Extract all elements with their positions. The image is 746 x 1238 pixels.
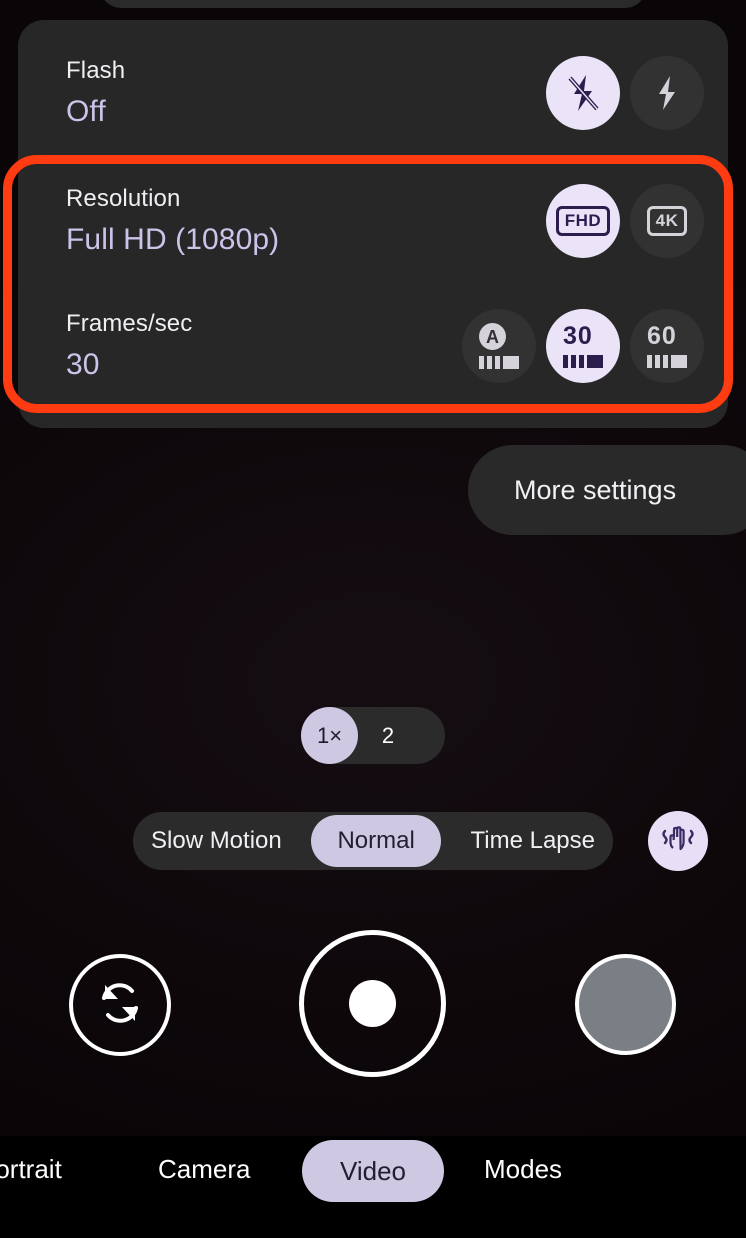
- gallery-thumbnail[interactable]: [575, 954, 676, 1055]
- more-settings-label: More settings: [514, 474, 677, 505]
- filmstrip-icon: [479, 356, 519, 369]
- fps-60-number: 60: [647, 322, 677, 350]
- fps-30-number: 30: [563, 322, 593, 350]
- fps-30-button[interactable]: 30: [546, 309, 620, 383]
- flash-off-icon: [564, 73, 602, 113]
- zoom-1x-label: 1×: [316, 722, 343, 748]
- video-mode-selector: Slow Motion Normal Time Lapse: [133, 812, 613, 870]
- record-button[interactable]: [299, 930, 446, 1077]
- setting-row-resolution: Resolution Full HD (1080p) FHD 4K: [18, 160, 728, 282]
- hand-stabilization-icon: [657, 818, 699, 865]
- fhd-badge-icon: FHD: [555, 206, 611, 236]
- resolution-4k-button[interactable]: 4K: [630, 184, 704, 258]
- flash-text-group: Flash Off: [66, 59, 466, 127]
- fps-auto-letter: A: [486, 326, 499, 347]
- zoom-1x-button[interactable]: 1×: [301, 707, 358, 764]
- camera-app-screen: Flash Off Resolution Full HD (1080p) FHD…: [0, 0, 746, 1238]
- fps-auto-icon: A: [479, 323, 519, 369]
- flash-off-button[interactable]: [546, 56, 620, 130]
- tab-video-label: Video: [339, 1155, 407, 1186]
- tab-camera[interactable]: Camera: [158, 1154, 250, 1185]
- mode-normal[interactable]: Normal: [311, 815, 441, 867]
- record-button-icon: [349, 980, 396, 1027]
- filmstrip-icon: [647, 355, 687, 368]
- settings-panel: Flash Off Resolution Full HD (1080p) FHD…: [18, 20, 728, 428]
- zoom-2x-label: 2: [381, 722, 395, 748]
- fps-text-group: Frames/sec 30: [66, 312, 466, 380]
- setting-row-fps: Frames/sec 30 A 30 60: [18, 285, 728, 407]
- fps-options: A 30 60: [462, 285, 704, 407]
- tab-modes[interactable]: Modes: [484, 1154, 562, 1185]
- tab-portrait[interactable]: Portrait: [0, 1154, 62, 1185]
- zoom-control: 1× 2: [301, 707, 445, 764]
- mode-slow-motion[interactable]: Slow Motion: [133, 812, 300, 870]
- resolution-label: Resolution: [66, 185, 181, 212]
- partial-settings-panel-above: [100, 0, 646, 8]
- setting-row-flash: Flash Off: [18, 32, 728, 154]
- fps-60-button[interactable]: 60: [630, 309, 704, 383]
- tab-video[interactable]: Video: [302, 1140, 444, 1202]
- fps-value: 30: [66, 348, 100, 381]
- camera-flip-button[interactable]: [69, 954, 171, 1056]
- zoom-2x-button[interactable]: 2: [358, 707, 418, 764]
- fps-60-icon: 60: [647, 324, 687, 368]
- flash-value: Off: [66, 95, 106, 128]
- filmstrip-icon: [563, 355, 603, 368]
- camera-flip-icon: [91, 974, 149, 1037]
- resolution-value: Full HD (1080p): [66, 223, 280, 256]
- fps-label: Frames/sec: [66, 310, 193, 337]
- more-settings-button[interactable]: More settings: [468, 445, 746, 535]
- 4k-badge-icon: 4K: [646, 206, 688, 236]
- resolution-fhd-button[interactable]: FHD: [546, 184, 620, 258]
- fps-auto-button[interactable]: A: [462, 309, 536, 383]
- stabilization-button[interactable]: [648, 811, 708, 871]
- flash-label: Flash: [66, 57, 126, 84]
- flash-options: [546, 32, 704, 154]
- resolution-options: FHD 4K: [546, 160, 704, 282]
- mode-time-lapse[interactable]: Time Lapse: [452, 812, 613, 870]
- flash-on-icon: [648, 73, 686, 113]
- flash-on-button[interactable]: [630, 56, 704, 130]
- fps-30-icon: 30: [563, 324, 603, 368]
- resolution-text-group: Resolution Full HD (1080p): [66, 187, 466, 255]
